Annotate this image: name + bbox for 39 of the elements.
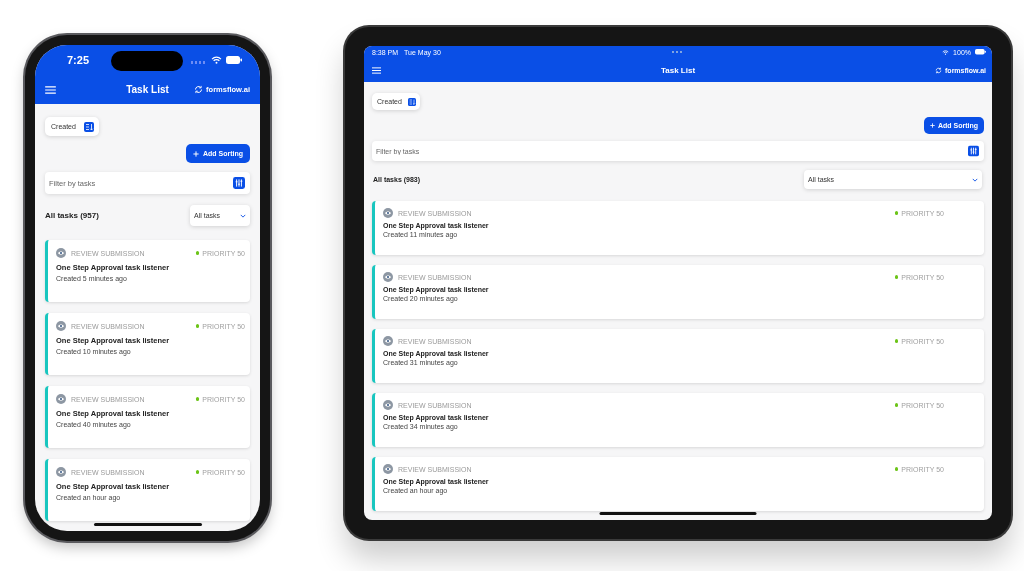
status-dot	[894, 339, 899, 343]
battery-icon	[226, 56, 242, 64]
eye-icon	[383, 272, 393, 282]
eye-icon	[383, 400, 393, 410]
status-dot	[195, 470, 200, 474]
sort-icon	[407, 97, 416, 106]
plus-icon	[929, 123, 935, 128]
eye-icon	[56, 248, 66, 258]
sort-icon	[83, 121, 94, 132]
eye-icon	[56, 321, 66, 331]
filter-icon[interactable]	[233, 177, 245, 189]
plus-icon	[192, 150, 199, 157]
wifi-icon	[942, 49, 950, 55]
status-dot	[195, 397, 200, 401]
status-dot	[195, 251, 200, 255]
status-dot	[195, 324, 200, 328]
cycle-arrows-icon	[935, 66, 943, 74]
menu-icon[interactable]	[372, 66, 381, 74]
camera-island	[111, 51, 183, 71]
status-dot	[894, 467, 899, 471]
eye-icon	[383, 336, 393, 346]
chevron-down-icon	[240, 213, 246, 218]
filter-icon[interactable]	[968, 145, 979, 157]
status-dot	[894, 275, 899, 279]
eye-icon	[383, 208, 393, 218]
status-time: 7:25	[67, 54, 90, 66]
page-title: Task List	[660, 65, 696, 75]
chevron-down-icon	[972, 177, 978, 182]
task-count-heading: All tasks (957)	[45, 211, 99, 220]
eye-icon	[383, 464, 393, 474]
cycle-arrows-icon	[194, 85, 204, 94]
status-dot	[894, 211, 899, 215]
page-title: Task List	[126, 84, 169, 95]
wifi-icon	[211, 56, 222, 64]
battery-icon	[975, 49, 986, 55]
eye-icon	[56, 394, 66, 404]
eye-icon	[56, 467, 66, 477]
menu-icon[interactable]	[45, 85, 56, 94]
status-dot	[894, 403, 899, 407]
